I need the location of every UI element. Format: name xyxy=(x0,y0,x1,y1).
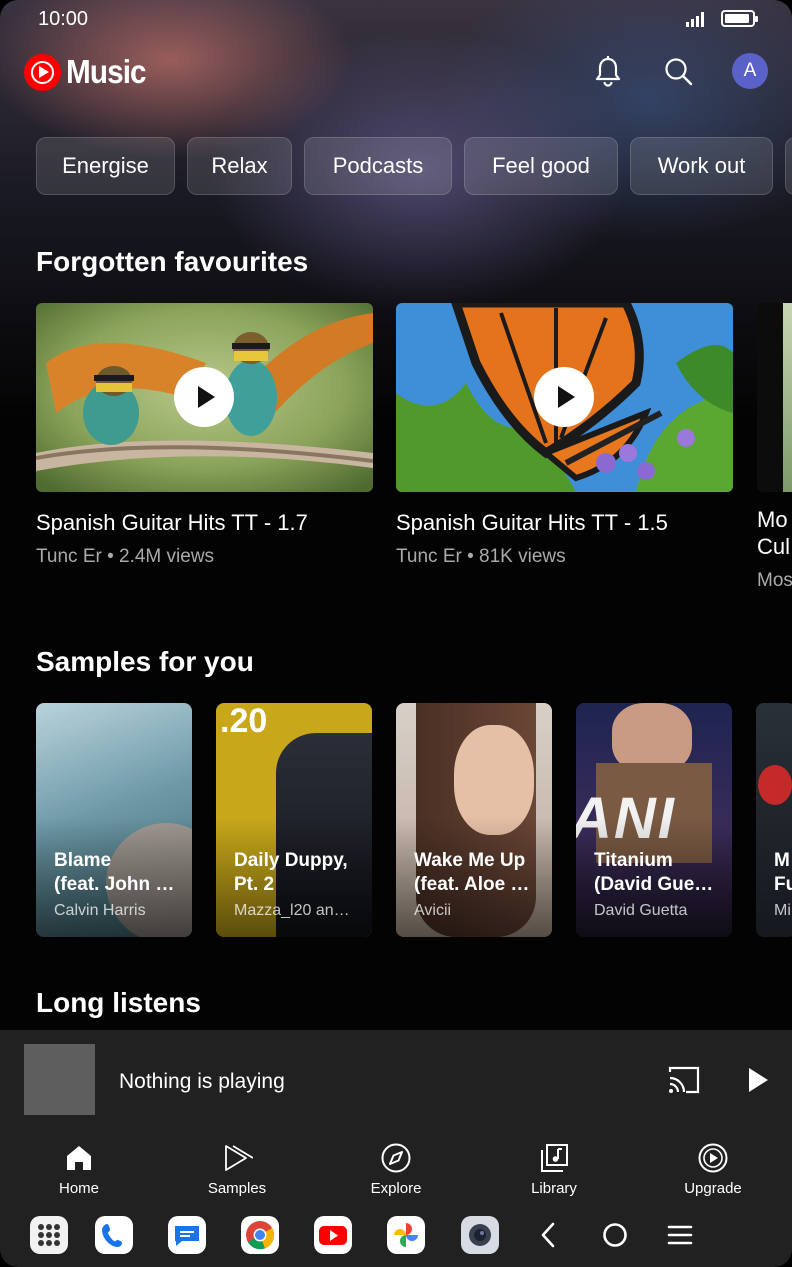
video-card[interactable]: Spanish Guitar Hits TT - 1.7 Tunc Er • 2… xyxy=(36,303,373,568)
youtube-icon[interactable] xyxy=(314,1216,352,1254)
upgrade-icon xyxy=(698,1143,728,1173)
sample-card-partial[interactable]: M Fu Mi xyxy=(756,703,792,937)
phone-icon[interactable] xyxy=(95,1216,133,1254)
sample-title-line-1: Blame xyxy=(54,850,112,871)
nav-label: Explore xyxy=(370,1180,422,1197)
nav-library[interactable]: Library xyxy=(494,1140,614,1200)
nav-upgrade[interactable]: Upgrade xyxy=(653,1140,773,1200)
search-icon[interactable] xyxy=(661,54,697,90)
sample-title-line-2: Pt. 2 xyxy=(234,874,275,895)
player-status: Nothing is playing xyxy=(119,1070,285,1093)
play-icon[interactable] xyxy=(745,1066,771,1094)
chrome-icon[interactable] xyxy=(241,1216,279,1254)
signal-icon xyxy=(686,11,706,27)
video-title-line-2[interactable]: Cul xyxy=(757,533,792,560)
messages-icon[interactable] xyxy=(168,1216,206,1254)
sample-title-line-2: (feat. Aloe … xyxy=(414,874,530,895)
home-icon xyxy=(67,1146,91,1170)
sample-artist: Avicii xyxy=(414,902,452,919)
sample-artist: Calvin Harris xyxy=(54,902,146,919)
chip-podcasts[interactable]: Podcasts xyxy=(304,137,452,195)
apps-grid-icon[interactable] xyxy=(30,1216,68,1254)
sample-artist: Mi xyxy=(774,902,791,919)
system-bar xyxy=(0,1206,792,1267)
sample-card[interactable]: .20 Daily Duppy, Pt. 2 Mazza_l20 an… xyxy=(216,703,372,937)
cast-icon[interactable] xyxy=(667,1065,701,1095)
sample-artist: Mazza_l20 an… xyxy=(234,902,350,919)
nav-label: Library xyxy=(531,1180,577,1197)
video-thumbnail[interactable] xyxy=(396,303,733,492)
video-meta: Tunc Er • 2.4M views xyxy=(36,546,215,567)
video-title[interactable]: Spanish Guitar Hits TT - 1.7 xyxy=(36,510,373,536)
video-thumbnail[interactable] xyxy=(36,303,373,492)
app-logo[interactable]: Music xyxy=(24,53,155,91)
battery-icon xyxy=(721,10,758,27)
chip-energise[interactable]: Energise xyxy=(36,137,175,195)
back-icon[interactable] xyxy=(536,1220,560,1250)
nav-explore[interactable]: Explore xyxy=(336,1140,456,1200)
sample-title-line-2: (David Gue… xyxy=(594,874,714,895)
player-artwork xyxy=(24,1044,95,1115)
nav-label: Home xyxy=(58,1180,99,1197)
sample-title-line-1: M xyxy=(774,850,790,871)
play-icon[interactable] xyxy=(534,367,594,427)
chip-next-partial[interactable] xyxy=(785,137,792,195)
sample-card[interactable]: Blame (feat. John … Calvin Harris xyxy=(36,703,192,937)
status-time: 10:00 xyxy=(38,8,89,30)
nav-samples[interactable]: Samples xyxy=(177,1140,297,1200)
sample-title-line-2: (feat. John … xyxy=(54,874,175,895)
photos-icon[interactable] xyxy=(387,1216,425,1254)
recents-icon[interactable] xyxy=(666,1223,694,1247)
app-name: Music xyxy=(66,53,147,90)
chip-feel-good[interactable]: Feel good xyxy=(464,137,618,195)
sample-card[interactable]: Wake Me Up (feat. Aloe … Avicii xyxy=(396,703,552,937)
compass-icon xyxy=(381,1143,411,1173)
sample-title-line-2: Fu xyxy=(774,874,792,895)
video-card-partial[interactable]: Mo Cul Mos xyxy=(757,303,792,592)
home-button-icon[interactable] xyxy=(601,1221,629,1249)
bottom-navigation: Home Samples Explore Library Upgrade xyxy=(0,1130,792,1206)
section-title-forgotten: Forgotten favourites xyxy=(36,246,309,277)
avatar[interactable]: A xyxy=(732,53,768,89)
cover-text: .20 xyxy=(220,703,268,740)
play-icon[interactable] xyxy=(174,367,234,427)
video-meta: Tunc Er • 81K views xyxy=(396,546,566,567)
nav-label: Samples xyxy=(207,1180,267,1197)
nav-home[interactable]: Home xyxy=(19,1140,139,1200)
chip-relax[interactable]: Relax xyxy=(187,137,292,195)
nav-label: Upgrade xyxy=(684,1180,742,1197)
sample-title-line-1: Wake Me Up xyxy=(414,850,526,871)
camera-icon[interactable] xyxy=(461,1216,499,1254)
video-title-line-1[interactable]: Mo xyxy=(757,506,792,533)
chip-work-out[interactable]: Work out xyxy=(630,137,773,195)
youtube-music-logo-icon xyxy=(24,53,61,91)
samples-icon xyxy=(225,1145,253,1171)
library-icon xyxy=(541,1144,568,1172)
video-title[interactable]: Spanish Guitar Hits TT - 1.5 xyxy=(396,510,733,536)
music-home-screen: 10:00 Music A Energise Relax Podcasts Fe… xyxy=(0,0,792,1267)
sample-card[interactable]: ANI Titanium (David Gue… David Guetta xyxy=(576,703,732,937)
section-title-long-listens: Long listens xyxy=(36,987,201,1018)
status-bar: 10:00 xyxy=(0,0,792,38)
video-card[interactable]: Spanish Guitar Hits TT - 1.5 Tunc Er • 8… xyxy=(396,303,733,568)
notifications-icon[interactable] xyxy=(590,54,626,90)
section-title-samples: Samples for you xyxy=(36,646,254,677)
sample-title-line-1: Daily Duppy, xyxy=(234,850,348,871)
sample-artist: David Guetta xyxy=(594,902,688,919)
video-meta: Mos xyxy=(757,570,792,591)
mini-player[interactable]: Nothing is playing xyxy=(0,1030,792,1130)
video-thumbnail[interactable] xyxy=(757,303,792,492)
sample-title-line-1: Titanium xyxy=(594,850,673,871)
